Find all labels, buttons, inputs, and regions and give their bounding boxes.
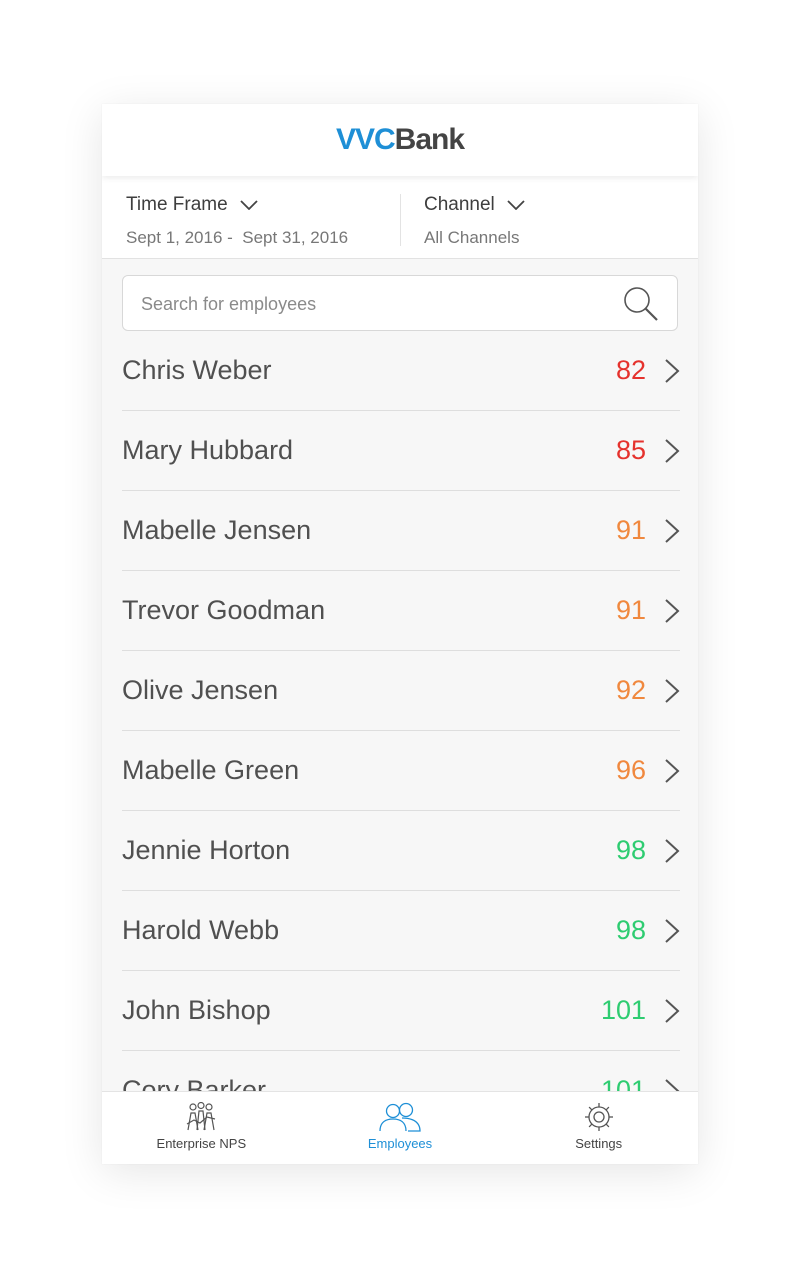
employee-row[interactable]: John Bishop 101: [122, 971, 680, 1051]
employee-row[interactable]: Chris Weber 82: [122, 331, 680, 411]
chevron-down-icon: [507, 200, 525, 210]
vvc-bank-logo: VVCBank: [335, 123, 465, 157]
tab-settings-label: Settings: [575, 1136, 623, 1151]
chevron-right-icon: [665, 838, 680, 863]
nps-score: 92: [615, 675, 646, 705]
nps-score: 91: [615, 595, 646, 625]
nps-score: 101: [600, 1075, 646, 1091]
chevron-right-icon: [665, 598, 680, 623]
employee-name: Harold Webb: [122, 915, 280, 945]
channel-label: Channel: [424, 194, 495, 215]
tab-employees-label: Employees: [367, 1136, 433, 1151]
employee-name: Cory Barker: [122, 1075, 267, 1091]
channel-label-row: Channel: [424, 194, 525, 216]
chevron-down-icon: [240, 200, 258, 210]
employee-name: Chris Weber: [122, 355, 272, 385]
enterprise-nps-icon: [187, 1102, 216, 1131]
time-frame-filter[interactable]: Time Frame Sept 1, 2016 - Sept 31, 2016: [126, 194, 348, 248]
nps-score: 85: [615, 435, 646, 465]
channel-filter[interactable]: Channel All Channels: [424, 194, 525, 248]
logo-vvc: VVC: [335, 123, 396, 156]
tab-employees[interactable]: Employees: [301, 1092, 500, 1164]
tab-enterprise-nps[interactable]: Enterprise NPS: [102, 1092, 301, 1164]
chevron-right-icon: [665, 358, 680, 383]
employee-row[interactable]: Trevor Goodman 91: [122, 571, 680, 651]
chevron-right-icon: [665, 998, 680, 1023]
employees-icon: [379, 1102, 421, 1132]
chevron-right-icon: [665, 918, 680, 943]
chevron-right-icon: [665, 678, 680, 703]
chevron-right-icon: [665, 438, 680, 463]
chevron-right-icon: [665, 1078, 680, 1091]
tab-enterprise-nps-label: Enterprise NPS: [156, 1136, 247, 1151]
channel-value: All Channels: [424, 228, 520, 247]
time-frame-value: Sept 1, 2016 - Sept 31, 2016: [126, 228, 349, 247]
nps-score: 96: [615, 755, 646, 785]
employee-row[interactable]: Harold Webb 98: [122, 891, 680, 971]
filter-bar: Time Frame Sept 1, 2016 - Sept 31, 2016 …: [102, 176, 698, 259]
employee-name: Trevor Goodman: [122, 595, 326, 625]
app-screen: VVCBank Time Frame Sept 1, 2016 - Sept 3…: [102, 104, 698, 1164]
tab-settings[interactable]: Settings: [499, 1092, 698, 1164]
employee-row[interactable]: Mabelle Green 96: [122, 731, 680, 811]
employee-name: Jennie Horton: [122, 835, 291, 865]
employee-row[interactable]: Mabelle Jensen 91: [122, 491, 680, 571]
nps-score: 91: [615, 515, 646, 545]
time-frame-label-row: Time Frame: [126, 194, 348, 216]
employee-row[interactable]: Jennie Horton 98: [122, 811, 680, 891]
tab-bar: Enterprise NPS Employees Settings: [102, 1091, 698, 1164]
search-input[interactable]: [139, 276, 603, 332]
filter-divider: [400, 194, 401, 246]
nps-score: 98: [615, 835, 646, 865]
search-icon[interactable]: [623, 286, 659, 322]
employee-name: Olive Jensen: [122, 675, 279, 705]
time-frame-label: Time Frame: [126, 194, 228, 215]
logo-bank: Bank: [394, 123, 465, 156]
chevron-right-icon: [665, 758, 680, 783]
employee-row[interactable]: Mary Hubbard 85: [122, 411, 680, 491]
nps-score: 101: [600, 995, 646, 1025]
employee-name: John Bishop: [122, 995, 271, 1025]
search-box: [122, 275, 678, 332]
employee-name: Mabelle Green: [122, 755, 300, 785]
chevron-right-icon: [665, 518, 680, 543]
employee-row[interactable]: Olive Jensen 92: [122, 651, 680, 731]
employee-name: Mabelle Jensen: [122, 515, 312, 545]
nps-score: 82: [615, 355, 646, 385]
employee-row[interactable]: Cory Barker 101: [122, 1051, 680, 1091]
employee-list: Chris Weber 82 Mary Hubbard 85 Mabelle Jense…: [102, 331, 698, 1091]
nps-score: 98: [615, 915, 646, 945]
gear-icon: [584, 1103, 613, 1131]
employee-name: Mary Hubbard: [122, 435, 294, 465]
app-header: VVCBank: [102, 104, 698, 176]
